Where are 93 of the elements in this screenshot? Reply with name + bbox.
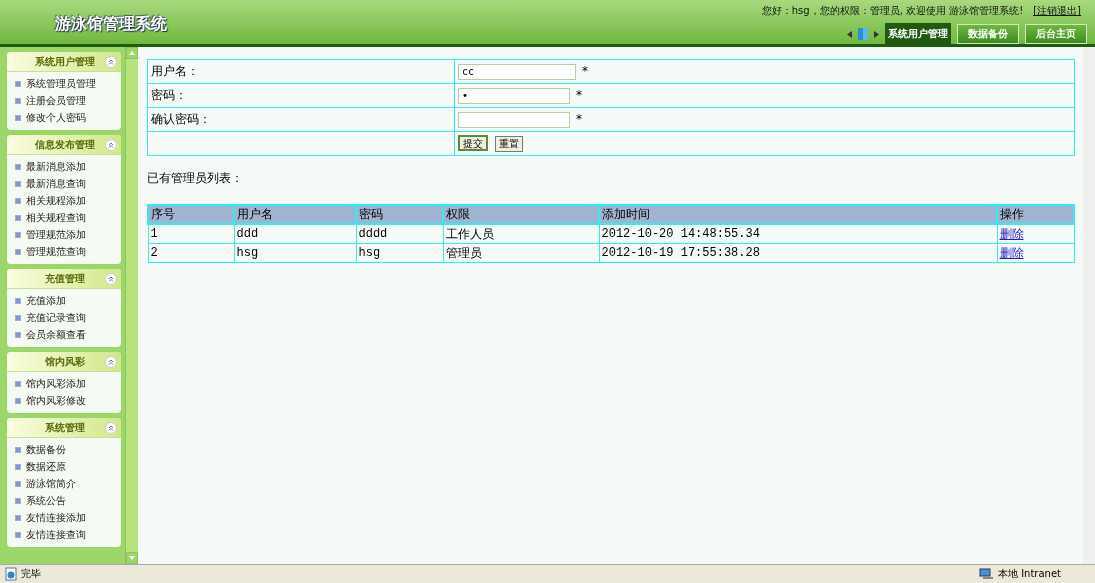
- table-cell: ddd: [234, 224, 356, 244]
- input-field[interactable]: [458, 111, 570, 128]
- menu-item[interactable]: 管理规范查询: [26, 245, 86, 258]
- menu-item[interactable]: 相关规程添加: [26, 194, 86, 207]
- collapse-icon[interactable]: [105, 55, 117, 68]
- bullet-icon: [15, 331, 21, 338]
- menu-item[interactable]: 游泳馆简介: [26, 477, 76, 490]
- bullet-icon: [15, 397, 21, 404]
- menu-panel-title: 馆内风彩: [44, 354, 86, 369]
- zone-text: 本地 Intranet: [997, 567, 1061, 581]
- table-cell: dddd: [356, 224, 443, 244]
- menu-item[interactable]: 数据备份: [26, 443, 66, 456]
- required-mark: *: [576, 88, 582, 102]
- menu-item[interactable]: 修改个人密码: [26, 111, 86, 124]
- app-title: 游泳馆管理系统: [54, 13, 167, 35]
- bullet-icon: [15, 114, 21, 121]
- collapse-icon[interactable]: [105, 138, 117, 151]
- table-cell: hsg: [234, 243, 356, 263]
- scrollbar[interactable]: [125, 47, 138, 564]
- page-icon: [4, 567, 18, 581]
- menu-panel-title: 充值管理: [44, 271, 86, 286]
- table-cell: 2: [148, 243, 234, 263]
- bullet-icon: [15, 231, 21, 238]
- menu-item[interactable]: 最新消息查询: [26, 177, 86, 190]
- menu-panel-title: 系统用户管理: [34, 54, 96, 69]
- collapse-icon[interactable]: [105, 272, 117, 285]
- column-header: 权限: [443, 205, 599, 224]
- menu-item[interactable]: 最新消息添加: [26, 160, 86, 173]
- bullet-icon: [15, 314, 21, 321]
- scroll-down-icon[interactable]: [126, 552, 138, 564]
- bullet-icon: [15, 97, 21, 104]
- required-mark: *: [576, 112, 582, 126]
- collapse-icon[interactable]: [105, 355, 117, 368]
- column-header: 密码: [356, 205, 443, 224]
- table-cell: 工作人员: [443, 224, 599, 244]
- menu-panel-title: 信息发布管理: [34, 137, 96, 152]
- scroll-left-icon[interactable]: [847, 30, 852, 38]
- bullet-icon: [15, 163, 21, 170]
- bullet-icon: [15, 248, 21, 255]
- bullet-icon: [15, 463, 21, 470]
- field-label: 确认密码：: [147, 107, 455, 132]
- book-icon: [858, 28, 868, 40]
- scroll-up-icon[interactable]: [126, 47, 138, 59]
- table-cell: 2012-10-20 14:48:55.34: [599, 224, 997, 244]
- greeting-text: 您好：hsg，您的权限：管理员, 欢迎使用 游泳馆管理系统!: [761, 5, 1024, 16]
- menu-item[interactable]: 馆内风彩添加: [26, 377, 86, 390]
- bullet-icon: [15, 214, 21, 221]
- table-cell: 管理员: [443, 243, 599, 263]
- submit-button[interactable]: 提交: [458, 135, 488, 151]
- bullet-icon: [15, 197, 21, 204]
- menu-item[interactable]: 充值添加: [26, 294, 66, 307]
- bullet-icon: [15, 514, 21, 521]
- bullet-icon: [15, 446, 21, 453]
- scrollbar[interactable]: [1083, 47, 1095, 564]
- collapse-icon[interactable]: [105, 421, 117, 434]
- field-label: 密码：: [147, 83, 455, 108]
- scroll-right-icon[interactable]: [874, 30, 879, 38]
- menu-item[interactable]: 友情连接查询: [26, 528, 86, 541]
- menu-item[interactable]: 充值记录查询: [26, 311, 86, 324]
- table-cell: 2012-10-19 17:55:38.28: [599, 243, 997, 263]
- logout-link[interactable]: [注销退出]: [1033, 5, 1081, 16]
- column-header: 序号: [148, 205, 234, 224]
- nav-tab[interactable]: 系统用户管理: [885, 23, 951, 44]
- menu-item[interactable]: 会员余额查看: [26, 328, 86, 341]
- bullet-icon: [15, 180, 21, 187]
- column-header: 添加时间: [599, 205, 997, 224]
- computer-icon: [978, 568, 995, 580]
- required-mark: *: [582, 64, 588, 78]
- table-cell: 1: [148, 224, 234, 244]
- menu-item[interactable]: 馆内风彩修改: [26, 394, 86, 407]
- reset-button[interactable]: 重置: [495, 136, 523, 152]
- menu-item[interactable]: 系统公告: [26, 494, 66, 507]
- bullet-icon: [15, 531, 21, 538]
- menu-item[interactable]: 相关规程查询: [26, 211, 86, 224]
- field-label: 用户名：: [147, 59, 455, 84]
- table-cell: hsg: [356, 243, 443, 263]
- input-field[interactable]: •: [458, 87, 570, 104]
- column-header: 用户名: [234, 205, 356, 224]
- menu-item[interactable]: 数据还原: [26, 460, 66, 473]
- input-field[interactable]: cc: [458, 63, 576, 80]
- menu-panel-title: 系统管理: [44, 420, 86, 435]
- bullet-icon: [15, 297, 21, 304]
- status-text: 完毕: [21, 567, 41, 581]
- menu-item[interactable]: 管理规范添加: [26, 228, 86, 241]
- menu-item[interactable]: 友情连接添加: [26, 511, 86, 524]
- list-title: 已有管理员列表：: [147, 170, 244, 187]
- menu-item[interactable]: 系统管理员管理: [26, 77, 96, 90]
- bullet-icon: [15, 380, 21, 387]
- bullet-icon: [15, 80, 21, 87]
- bullet-icon: [15, 480, 21, 487]
- menu-item[interactable]: 注册会员管理: [26, 94, 86, 107]
- bullet-icon: [15, 497, 21, 504]
- column-header: 操作: [997, 205, 1074, 224]
